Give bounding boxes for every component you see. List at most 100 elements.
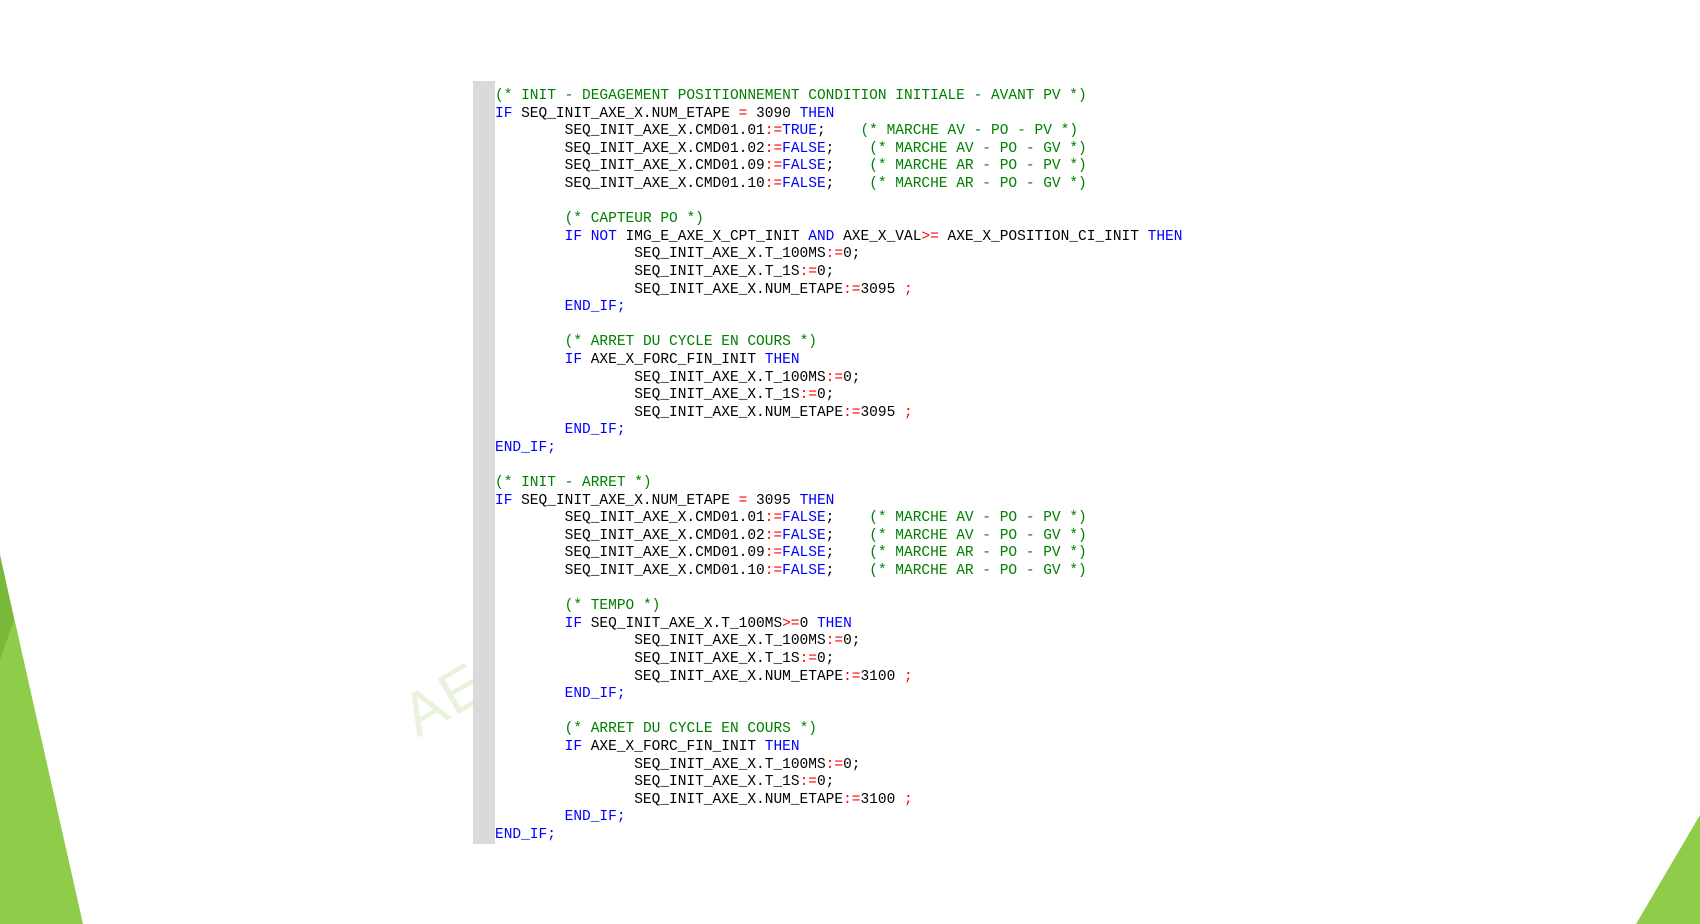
code-token: 3100	[860, 791, 904, 808]
code-line: (* INIT - ARRET *)	[495, 475, 1182, 493]
code-line: SEQ_INIT_AXE_X.NUM_ETAPE:=3100 ;	[495, 669, 1182, 687]
code-token: 0;	[843, 633, 861, 650]
code-token: ;	[903, 668, 913, 685]
code-token: AXE_X_POSITION_CI_INIT	[938, 228, 1148, 245]
code-token: :=	[825, 246, 844, 263]
code-line: IF NOT IMG_E_AXE_X_CPT_INIT AND AXE_X_VA…	[495, 228, 1183, 247]
code-token: END_IF;	[564, 686, 626, 703]
code-token: SEQ_INIT_AXE_X.T_100MS	[495, 633, 826, 650]
code-line: SEQ_INIT_AXE_X.T_100MS:=0;	[495, 633, 1182, 651]
code-token: (* MARCHE AR - PO - GV *)	[869, 563, 1087, 580]
code-token: SEQ_INIT_AXE_X.NUM_ETAPE	[495, 404, 844, 421]
code-token: :=	[764, 175, 783, 192]
code-token: (* MARCHE AV - PO - GV *)	[869, 140, 1087, 157]
code-token: (* ARRET DU CYCLE EN COURS *)	[564, 721, 817, 738]
code-line: SEQ_INIT_AXE_X.T_1S:=0;	[495, 264, 1182, 282]
code-token: FALSE	[782, 545, 826, 562]
code-line: (* ARRET DU CYCLE EN COURS *)	[495, 721, 1182, 739]
code-token: SEQ_INIT_AXE_X.T_1S	[495, 651, 800, 667]
code-line: SEQ_INIT_AXE_X.CMD01.09:=FALSE; (* MARCH…	[495, 158, 1182, 176]
code-token: :=	[843, 668, 861, 685]
code-line: IF SEQ_INIT_AXE_X.NUM_ETAPE = 3090 THEN	[495, 106, 1182, 124]
code-line: SEQ_INIT_AXE_X.T_100MS:=0;	[495, 370, 1182, 388]
code-token: IMG_E_AXE_X_CPT_INIT	[616, 228, 809, 245]
code-token: SEQ_INIT_AXE_X.NUM_ETAPE	[495, 791, 844, 808]
green-triangle-left	[0, 555, 83, 924]
code-token: :=	[764, 510, 783, 527]
code-token: END_IF;	[495, 439, 556, 456]
code-token: IF NOT	[564, 228, 617, 245]
code-token: SEQ_INIT_AXE_X.T_1S	[495, 387, 800, 404]
code-panel: (* INIT - DEGAGEMENT POSITIONNEMENT COND…	[473, 81, 1233, 844]
code-line: (* ARRET DU CYCLE EN COURS *)	[495, 334, 1182, 352]
code-token: END_IF;	[564, 809, 626, 826]
code-token: SEQ_INIT_AXE_X.CMD01.02	[495, 140, 765, 157]
code-token: ;	[903, 281, 913, 298]
code-line: IF AXE_X_FORC_FIN_INIT THEN	[495, 352, 1182, 370]
code-line: SEQ_INIT_AXE_X.T_100MS:=0;	[495, 246, 1182, 264]
code-line: IF AXE_X_FORC_FIN_INIT THEN	[495, 739, 1182, 757]
code-token: :=	[825, 756, 844, 773]
code-token: ;	[825, 527, 870, 544]
code-token: ;	[825, 140, 870, 157]
code-line: (* CAPTEUR PO *)	[495, 211, 1182, 229]
code-token: >=	[921, 228, 939, 245]
code-line: (* INIT - DEGAGEMENT POSITIONNEMENT COND…	[495, 88, 1182, 106]
code-listing: (* INIT - DEGAGEMENT POSITIONNEMENT COND…	[495, 88, 1182, 845]
code-token: 0;	[843, 756, 861, 773]
code-line: SEQ_INIT_AXE_X.CMD01.10:=FALSE; (* MARCH…	[495, 563, 1182, 581]
code-token: SEQ_INIT_AXE_X.T_100MS	[495, 756, 826, 773]
code-token: AXE_X_VAL	[834, 228, 922, 245]
code-line: SEQ_INIT_AXE_X.CMD01.01:=TRUE; (* MARCHE…	[495, 123, 1182, 141]
green-triangle-right	[1636, 815, 1700, 924]
code-token: SEQ_INIT_AXE_X.NUM_ETAPE	[512, 105, 739, 122]
code-token: (* MARCHE AR - PO - PV *)	[869, 158, 1087, 175]
code-token: ;	[903, 404, 913, 421]
code-token: FALSE	[782, 563, 826, 580]
code-token: (* CAPTEUR PO *)	[564, 211, 704, 228]
code-line: SEQ_INIT_AXE_X.NUM_ETAPE:=3095 ;	[495, 282, 1182, 300]
code-token: ;	[816, 123, 861, 140]
code-token: 0;	[816, 263, 835, 280]
code-token: FALSE	[782, 158, 826, 175]
code-line: SEQ_INIT_AXE_X.CMD01.01:=FALSE; (* MARCH…	[495, 510, 1182, 528]
code-token: :=	[843, 404, 861, 421]
presentation-slide: AEI (* INIT - DEGAGEMENT POSITIONNEMENT …	[0, 0, 1700, 924]
code-token: (* MARCHE AR - PO - GV *)	[869, 175, 1087, 192]
code-token: SEQ_INIT_AXE_X.CMD01.09	[495, 158, 765, 175]
code-token: >=	[782, 615, 800, 632]
code-token: SEQ_INIT_AXE_X.CMD01.02	[495, 527, 765, 544]
code-line: IF SEQ_INIT_AXE_X.T_100MS>=0 THEN	[495, 616, 1182, 634]
code-line: END_IF;	[495, 809, 1182, 827]
code-token: :=	[843, 791, 861, 808]
code-token: ;	[825, 175, 870, 192]
code-token: 0;	[843, 246, 861, 263]
code-token: IF	[495, 105, 513, 122]
code-token: 0;	[816, 387, 835, 404]
code-token: :=	[764, 140, 783, 157]
code-line: END_IF;	[495, 827, 1182, 845]
editor-gutter	[473, 81, 495, 844]
code-token: (* MARCHE AV - PO - GV *)	[869, 527, 1087, 544]
code-token: SEQ_INIT_AXE_X.T_1S	[495, 774, 800, 791]
code-token: ;	[825, 563, 870, 580]
code-token: (* MARCHE AV - PO - PV *)	[860, 123, 1079, 140]
code-token: :=	[799, 774, 817, 791]
code-line: SEQ_INIT_AXE_X.CMD01.02:=FALSE; (* MARCH…	[495, 141, 1182, 159]
code-line: SEQ_INIT_AXE_X.NUM_ETAPE:=3095 ;	[495, 405, 1182, 423]
code-token: FALSE	[782, 527, 826, 544]
code-token: END_IF;	[564, 422, 626, 439]
code-token: (* INIT - DEGAGEMENT POSITIONNEMENT COND…	[495, 88, 1087, 104]
code-token: SEQ_INIT_AXE_X.NUM_ETAPE	[512, 492, 739, 509]
